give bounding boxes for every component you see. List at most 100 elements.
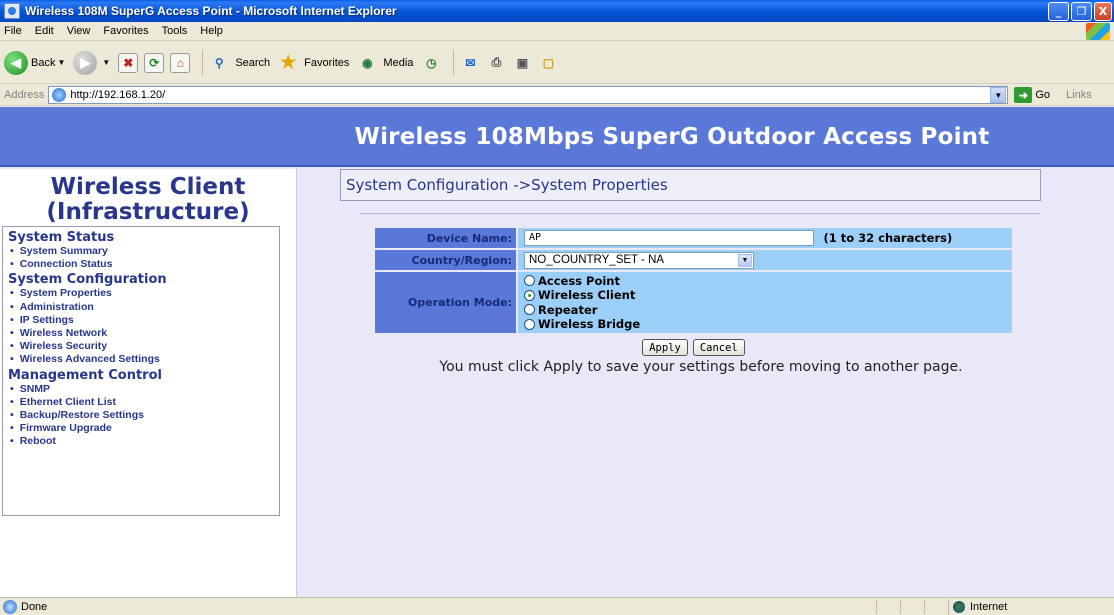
radio-access-point[interactable] <box>524 275 535 287</box>
page-done-icon <box>3 599 17 614</box>
window-title-bar: Wireless 108M SuperG Access Point - Micr… <box>0 0 1114 22</box>
nav-item-backup-restore-settings[interactable]: Backup/Restore Settings <box>8 409 274 422</box>
edit-icon[interactable]: ▣ <box>512 53 532 73</box>
windows-logo-icon <box>1086 23 1110 40</box>
messenger-folder-icon[interactable]: ▢ <box>538 53 558 73</box>
device-name-input[interactable]: AP <box>524 230 814 246</box>
sidebar-nav: System Status System Summary Connection … <box>2 226 280 516</box>
apply-button[interactable]: Apply <box>642 339 688 356</box>
minimize-button[interactable]: _ <box>1048 2 1069 21</box>
home-icon[interactable]: ⌂ <box>170 52 191 73</box>
device-name-label: Device Name: <box>375 228 516 248</box>
page-content: Wireless 108Mbps SuperG Outdoor Access P… <box>0 107 1114 597</box>
nav-item-administration[interactable]: Administration <box>8 301 274 314</box>
country-region-select[interactable]: NO_COUNTRY_SET - NA ▼ <box>524 251 754 269</box>
menu-tools[interactable]: Tools <box>162 25 188 37</box>
apply-notice: You must click Apply to save your settin… <box>439 359 963 375</box>
nav-item-ip-settings[interactable]: IP Settings <box>8 314 274 327</box>
page-icon <box>52 88 67 102</box>
sidebar: Wireless Client (Infrastructure) System … <box>0 169 297 597</box>
security-zone: Internet <box>948 599 1114 615</box>
device-name-hint: (1 to 32 characters) <box>823 231 953 245</box>
menu-view[interactable]: View <box>67 25 91 37</box>
nav-heading-system-status: System Status <box>8 230 115 245</box>
cancel-button[interactable]: Cancel <box>692 339 745 356</box>
menu-help[interactable]: Help <box>200 25 223 37</box>
radio-wireless-bridge[interactable] <box>524 318 535 330</box>
toolbar-separator <box>202 49 204 76</box>
back-arrow-icon: ◀ <box>4 50 28 75</box>
media-button[interactable]: ◉ Media <box>357 53 413 73</box>
radio-repeater[interactable] <box>524 304 535 316</box>
country-region-value: NO_COUNTRY_SET - NA <box>529 254 665 266</box>
mode-option-access-point[interactable]: Access Point <box>524 274 1012 289</box>
form-buttons: Apply Cancel <box>373 339 1014 356</box>
favorites-star-icon: ★ <box>280 52 297 72</box>
nav-item-snmp[interactable]: SNMP <box>8 383 274 396</box>
nav-item-ethernet-client-list[interactable]: Ethernet Client List <box>8 396 274 409</box>
radio-wireless-client[interactable] <box>524 289 535 301</box>
address-label: Address <box>4 89 45 101</box>
nav-item-reboot[interactable]: Reboot <box>8 435 274 448</box>
mode-option-repeater[interactable]: Repeater <box>524 303 1012 318</box>
internet-globe-icon <box>953 601 965 613</box>
nav-heading-system-configuration: System Configuration <box>8 272 167 288</box>
chevron-down-icon: ▼ <box>738 253 752 267</box>
sidebar-subtitle: (Infrastructure) <box>46 199 250 225</box>
sidebar-title: Wireless Client <box>50 174 246 200</box>
operation-mode-label: Operation Mode: <box>375 272 516 333</box>
search-button[interactable]: ⚲ Search <box>209 53 270 73</box>
back-label: Back <box>31 56 56 69</box>
links-button[interactable]: Links <box>1066 89 1092 101</box>
favorites-label: Favorites <box>304 56 350 69</box>
toolbar-separator <box>453 49 455 76</box>
back-button[interactable]: ◀ Back ▼ <box>4 50 65 75</box>
status-bar: Done Internet <box>0 597 1114 615</box>
address-input[interactable]: http://192.168.1.20/ ▼ <box>48 86 1009 104</box>
history-icon[interactable]: ◷ <box>421 53 441 73</box>
forward-dropdown-icon[interactable]: ▼ <box>102 58 110 67</box>
main-panel: System Configuration ->System Properties… <box>298 169 1114 597</box>
toolbar: ◀ Back ▼ ▶ ▼ ✖ ⟳ ⌂ ⚲ Search ★ Favorites … <box>0 42 1114 84</box>
status-panes <box>876 600 948 614</box>
media-label: Media <box>383 56 414 69</box>
go-arrow-icon: ➜ <box>1014 87 1033 103</box>
window-controls: _ ❐ X <box>1048 2 1112 21</box>
nav-item-system-properties[interactable]: System Properties <box>8 287 274 300</box>
menu-bar: File Edit View Favorites Tools Help <box>0 22 1114 41</box>
nav-item-wireless-advanced-settings[interactable]: Wireless Advanced Settings <box>8 353 274 366</box>
restore-button[interactable]: ❐ <box>1071 2 1092 21</box>
mode-option-wireless-client[interactable]: Wireless Client <box>524 288 1012 303</box>
address-dropdown-icon[interactable]: ▼ <box>990 87 1007 103</box>
go-button[interactable]: ➜ Go <box>1014 87 1050 103</box>
status-text: Done <box>21 600 48 613</box>
section-divider <box>360 213 1041 214</box>
close-button[interactable]: X <box>1094 2 1112 21</box>
media-icon: ◉ <box>362 55 373 70</box>
address-url: http://192.168.1.20/ <box>70 89 166 101</box>
address-bar: Address http://192.168.1.20/ ▼ ➜ Go Link… <box>0 85 1114 106</box>
refresh-icon[interactable]: ⟳ <box>144 52 165 73</box>
stop-icon[interactable]: ✖ <box>118 52 139 73</box>
nav-item-wireless-security[interactable]: Wireless Security <box>8 340 274 353</box>
forward-button[interactable]: ▶ ▼ <box>73 50 110 75</box>
nav-item-connection-status[interactable]: Connection Status <box>8 258 274 271</box>
menu-file[interactable]: File <box>4 25 22 37</box>
page-banner: Wireless 108Mbps SuperG Outdoor Access P… <box>0 107 1114 167</box>
window-title: Wireless 108M SuperG Access Point - Micr… <box>25 4 397 18</box>
menu-favorites[interactable]: Favorites <box>103 25 148 37</box>
nav-heading-management-control: Management Control <box>8 367 162 383</box>
favorites-button[interactable]: ★ Favorites <box>278 52 350 73</box>
mode-option-wireless-bridge[interactable]: Wireless Bridge <box>524 317 1012 332</box>
go-label: Go <box>1035 89 1051 101</box>
search-icon: ⚲ <box>214 55 224 70</box>
nav-item-wireless-network[interactable]: Wireless Network <box>8 327 274 340</box>
nav-item-firmware-upgrade[interactable]: Firmware Upgrade <box>8 422 274 435</box>
nav-item-system-summary[interactable]: System Summary <box>8 245 274 258</box>
banner-title: Wireless 108Mbps SuperG Outdoor Access P… <box>354 124 990 150</box>
menu-edit[interactable]: Edit <box>35 25 54 37</box>
print-icon[interactable]: ⎙ <box>486 53 506 73</box>
forward-arrow-icon: ▶ <box>73 50 98 75</box>
back-dropdown-icon[interactable]: ▼ <box>57 58 65 67</box>
mail-icon[interactable]: ✉ <box>460 53 480 73</box>
